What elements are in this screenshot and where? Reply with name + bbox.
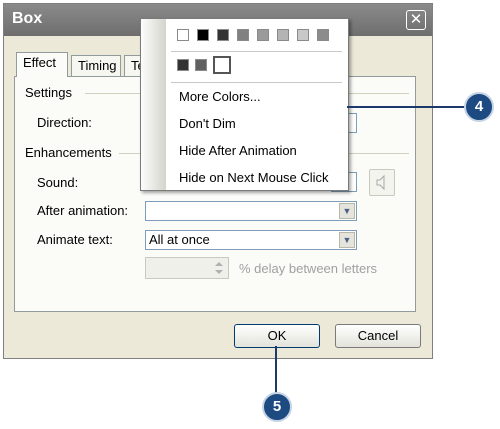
color-swatch[interactable] xyxy=(197,29,209,41)
callout-4-line xyxy=(347,106,465,108)
close-button[interactable]: ✕ xyxy=(406,10,426,30)
ok-label: OK xyxy=(267,328,287,343)
sound-label: Sound: xyxy=(37,175,79,190)
menu-separator xyxy=(171,82,342,83)
settings-group-label: Settings xyxy=(25,85,72,100)
tab-timing[interactable]: Timing xyxy=(71,55,121,76)
menu-item-hide-after-animation[interactable]: Hide After Animation xyxy=(179,143,297,158)
color-swatch[interactable] xyxy=(237,29,249,41)
close-icon: ✕ xyxy=(409,11,423,28)
direction-label: Direction: xyxy=(37,115,92,130)
spinner-arrows-icon xyxy=(215,262,223,274)
menu-item-dont-dim[interactable]: Don't Dim xyxy=(179,116,236,131)
color-dropdown-menu: More Colors... Don't Dim Hide After Anim… xyxy=(140,18,349,191)
menu-item-hide-on-next-click[interactable]: Hide on Next Mouse Click xyxy=(179,170,329,185)
color-swatch[interactable] xyxy=(257,29,269,41)
animate-text-label: Animate text: xyxy=(37,232,113,247)
after-animation-combo[interactable]: ▼ xyxy=(145,201,357,221)
color-swatch[interactable] xyxy=(317,29,329,41)
menu-separator xyxy=(171,51,342,52)
animate-text-combo[interactable]: All at once ▼ xyxy=(145,230,357,250)
chevron-down-icon[interactable]: ▼ xyxy=(339,232,355,248)
tab-effect-label: Effect xyxy=(23,55,57,70)
chevron-down-icon[interactable]: ▼ xyxy=(339,203,355,219)
ok-button[interactable]: OK xyxy=(234,324,320,348)
menu-gutter xyxy=(141,19,166,190)
recent-color-swatch[interactable] xyxy=(213,56,231,74)
cancel-button[interactable]: Cancel xyxy=(335,324,421,348)
sound-preview-button[interactable] xyxy=(369,169,395,196)
callout-badge-5: 5 xyxy=(262,392,292,422)
callout-badge-4: 4 xyxy=(464,92,494,122)
color-swatch[interactable] xyxy=(177,29,189,41)
tab-timing-label: Timing xyxy=(78,58,117,73)
color-swatch[interactable] xyxy=(277,29,289,41)
after-animation-label: After animation: xyxy=(37,203,129,218)
color-swatch[interactable] xyxy=(217,29,229,41)
delay-spinner[interactable] xyxy=(145,257,229,279)
recent-color-swatch[interactable] xyxy=(177,59,189,71)
cancel-label: Cancel xyxy=(357,328,399,343)
color-swatch[interactable] xyxy=(297,29,309,41)
speaker-icon xyxy=(376,174,385,191)
dialog-title: Box xyxy=(12,10,43,27)
enhancements-group-label: Enhancements xyxy=(25,145,112,160)
callout-5-line xyxy=(275,346,277,394)
tab-effect[interactable]: Effect xyxy=(16,52,68,77)
delay-label: % delay between letters xyxy=(239,261,378,276)
animate-text-value: All at once xyxy=(149,232,210,247)
menu-item-more-colors[interactable]: More Colors... xyxy=(179,89,261,104)
recent-color-swatch[interactable] xyxy=(195,59,207,71)
